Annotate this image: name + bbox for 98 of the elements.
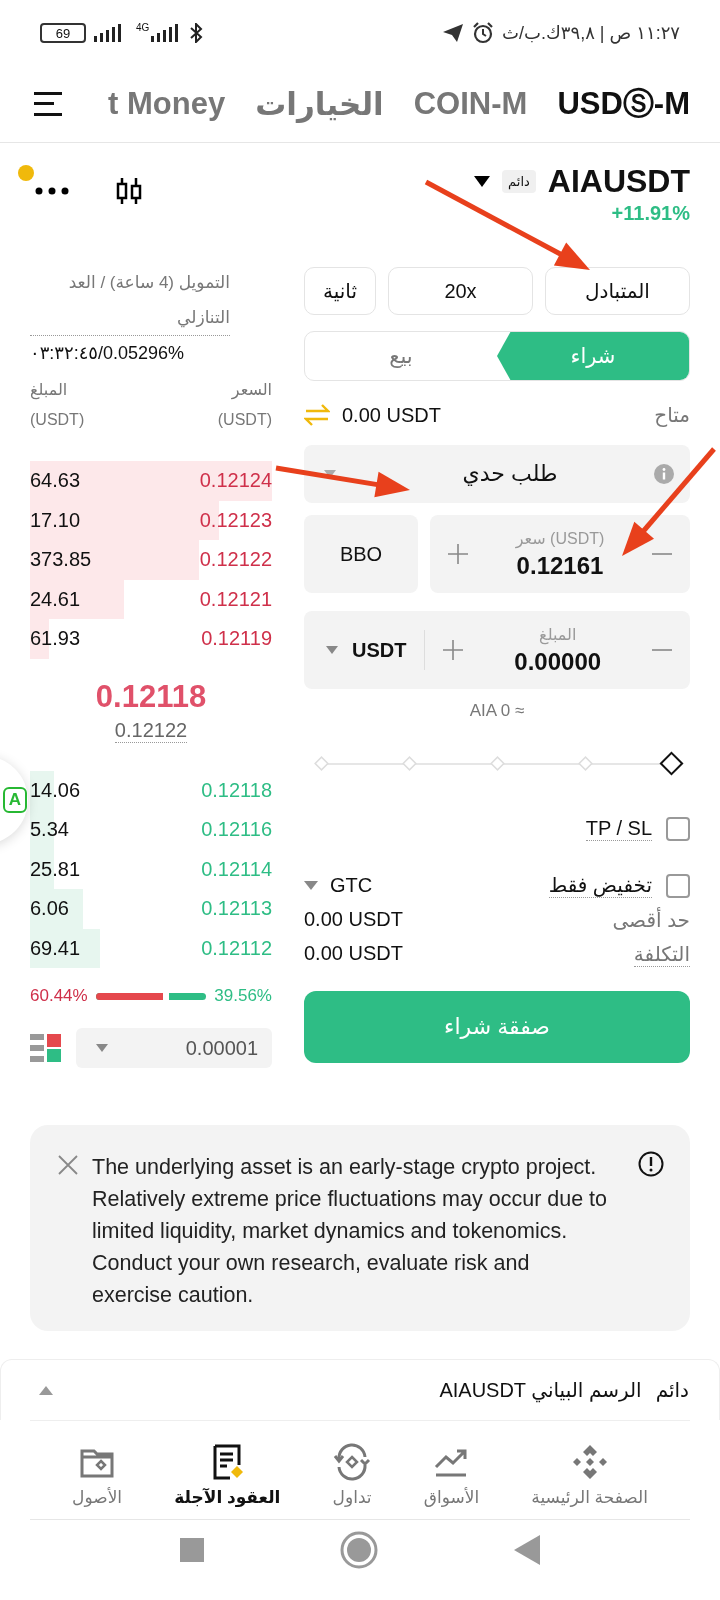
order-amount: 69.41 [30,936,81,960]
order-amount: 61.93 [30,627,81,651]
battery-level: 69 [55,25,71,41]
plus-icon[interactable] [448,544,468,564]
sell-ratio: 60.44% [30,986,88,1006]
column-unit: (USDT) [30,411,85,429]
depth-row[interactable]: 24.61 0.12121 [30,579,272,619]
column-unit: (USDT) [217,411,272,429]
mark-price[interactable]: 0.12122 [114,718,188,743]
nav-item[interactable]: الأسواق [423,1443,480,1519]
funding-value: ٠٣:٣٢:٤٥/0.05296% [30,342,186,364]
price-change: +11.91% [611,202,690,225]
order-type-dropdown[interactable]: طلب حدي [304,445,690,503]
option-label[interactable]: تخفيض فقط [548,873,652,898]
alarm-icon [472,22,495,44]
nav-item[interactable]: العقود الآجلة [174,1443,281,1519]
available-label: متاح [654,403,690,427]
caret-up-icon [39,1385,53,1395]
contract-badge: دائم [502,170,536,193]
depth-row[interactable]: 14.06 0.12118 [30,770,272,810]
paper-plane-icon [442,23,465,43]
precision-dropdown[interactable]: 0.00001 [76,1028,272,1068]
caret-down-icon [326,646,338,654]
contract-type: دائم [655,1378,689,1402]
order-amount: 5.34 [30,818,69,842]
unit-dropdown[interactable]: USDT [322,638,407,662]
nav-item[interactable]: الصفحة الرئيسية [531,1443,648,1519]
ask-price[interactable]: 0.12123 [199,508,272,532]
candlestick-icon[interactable] [114,176,144,206]
bbo-button[interactable]: BBO [304,515,418,593]
funding-label[interactable]: التمويل (4 ساعة) / العد التنازلي [30,265,230,336]
more-icon[interactable] [34,186,70,196]
tab[interactable]: t Money [108,86,226,122]
column-heading: السعر [231,380,272,399]
setting-button[interactable]: 20x [388,267,533,315]
max-value: 0.00 USDT [304,908,403,932]
field-label: سعر (USDT) [515,528,605,548]
estimate-text: AIA 0 ≈ [469,701,525,721]
depth-row[interactable]: 64.63 0.12124 [30,461,272,501]
close-icon[interactable] [58,1155,78,1175]
field-value: 0.12161 [516,551,604,580]
time-in-force-dropdown[interactable]: GTC [304,874,373,897]
column-heading: المبلغ [30,380,69,399]
ask-price[interactable]: 0.12121 [199,587,272,611]
order-amount: 14.06 [30,778,81,802]
ask-price[interactable]: 0.12122 [199,548,272,572]
depth-row[interactable]: 69.41 0.12112 [30,928,272,968]
caret-down-icon[interactable] [474,175,491,188]
bluetooth-icon [189,23,204,43]
order-amount: 373.85 [30,548,92,572]
ask-price[interactable]: 0.12124 [199,469,272,493]
back-icon[interactable] [514,1535,540,1565]
checkbox[interactable] [666,817,690,841]
warning-text: The underlying asset is an early-stage crypto project. Relatively extreme price fluctuations may occur due to limited liquidity, market dynamics and tokenomics. Conduct your own research, evaluate risk and exercise caution. [92,1154,609,1309]
depth-row[interactable]: 61.93 0.12119 [30,619,272,659]
status-time: ١١:٢٧ ص | ٣٩,٨ك.ب/ث [502,22,680,44]
option-label[interactable]: TP / SL [585,817,652,841]
caret-down-icon [304,881,318,890]
side-tab[interactable]: بيع [305,332,497,380]
available-value: 0.00 USDT [342,403,441,427]
plus-icon[interactable] [443,640,464,660]
checkbox[interactable] [666,873,690,898]
order-amount: 25.81 [30,857,81,881]
transfer-icon[interactable] [304,404,330,426]
ask-price[interactable]: 0.12119 [201,627,272,651]
exchange-icon [333,1443,372,1481]
tab[interactable]: COIN-M [413,86,528,122]
tab[interactable]: الخيارات [255,85,384,123]
depth-row[interactable]: 6.06 0.12113 [30,889,272,929]
last-price: 0.12118 [95,678,207,715]
setting-button[interactable]: ثانية [304,267,376,315]
home-icon[interactable] [340,1531,378,1569]
info-icon [654,464,674,484]
order-amount: 24.61 [30,587,81,611]
depth-row[interactable]: 5.34 0.12116 [30,810,272,850]
field-value: 0.00000 [514,647,602,676]
max-label: حد أقصى [612,908,690,932]
buy-ratio: 39.56% [214,986,272,1006]
cost-label[interactable]: التكلفة [633,942,690,967]
symbol-name[interactable]: AIAUSDT [547,163,690,200]
exclamation-icon [638,1151,664,1177]
chart-title: AIAUSDT الرسم البياني [439,1378,642,1402]
order-amount: 6.06 [30,897,69,921]
caret-down-icon [96,1044,108,1052]
depth-row[interactable]: 373.85 0.12122 [30,540,272,580]
field-label: المبلغ [539,624,577,644]
cost-value: 0.00 USDT [304,942,403,966]
network-type: 4G [136,21,150,33]
nav-item[interactable]: تداول [332,1443,372,1519]
depth-row[interactable]: 17.10 0.12123 [30,500,272,540]
chart-bar[interactable]: AIAUSDT الرسم البياني دائم [0,1359,720,1420]
tab[interactable]: USDⓈ-M [557,83,690,125]
depth-row[interactable]: 25.81 0.12114 [30,849,272,889]
caret-down-icon [324,470,336,478]
order-amount: 17.10 [30,508,81,532]
nav-item[interactable]: الأصول [72,1443,123,1519]
order-amount: 64.63 [30,469,81,493]
layout-icon[interactable] [30,1032,62,1064]
